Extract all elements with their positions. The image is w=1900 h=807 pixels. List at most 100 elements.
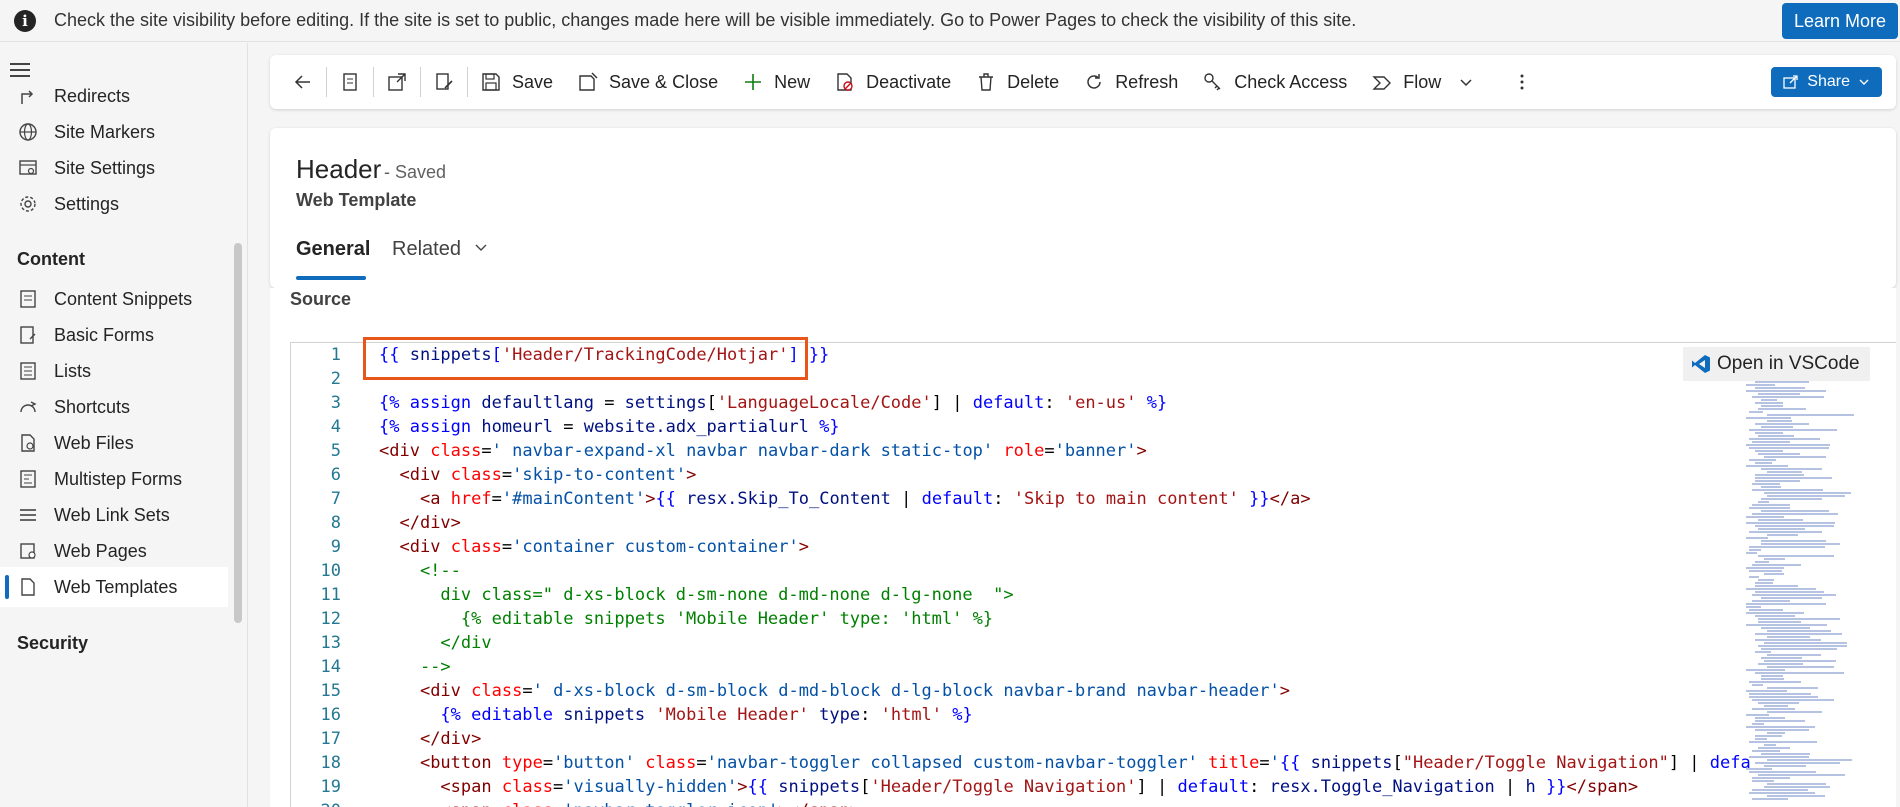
open-new-window-button[interactable]	[374, 55, 420, 109]
more-commands-button[interactable]	[1499, 55, 1545, 109]
vscode-icon	[1691, 354, 1711, 374]
minimap-line	[1755, 720, 1805, 722]
minimap-line	[1746, 726, 1815, 728]
sidebar-item-site-settings[interactable]: Site Settings	[0, 148, 228, 188]
code-minimap[interactable]	[1742, 381, 1868, 807]
code-editor[interactable]: 1{{ snippets['Header/TrackingCode/Hotjar…	[290, 342, 1896, 807]
minimap-line	[1749, 438, 1820, 440]
minimap-line	[1761, 468, 1822, 470]
sidebar-item-web-link-sets[interactable]: Web Link Sets	[0, 495, 228, 535]
line-number: 7	[330, 489, 341, 509]
line-number: 16	[320, 705, 341, 725]
open-in-vscode-label: Open in VSCode	[1717, 353, 1860, 374]
minimap-line	[1746, 417, 1791, 419]
learn-more-button[interactable]: Learn More	[1781, 3, 1898, 39]
code-line: 14 -->	[291, 655, 1751, 679]
line-number: 13	[320, 633, 341, 653]
code-text: -->	[379, 657, 451, 677]
minimap-line	[1746, 522, 1835, 524]
highlight-box	[363, 337, 808, 380]
minimap-line	[1761, 498, 1822, 500]
delete-button[interactable]: Delete	[963, 55, 1071, 109]
minimap-line	[1752, 699, 1834, 701]
edit-notes-button[interactable]	[421, 55, 467, 109]
minimap-line	[1755, 735, 1782, 737]
new-button[interactable]: New	[730, 55, 822, 109]
share-label: Share	[1807, 73, 1850, 90]
globe-icon	[16, 120, 40, 144]
line-number: 9	[330, 537, 341, 557]
minimap-line	[1755, 591, 1824, 593]
visibility-notice-bar: i Check the site visibility before editi…	[0, 0, 1900, 42]
sidebar-item-settings[interactable]: Settings	[0, 184, 228, 224]
check-access-button[interactable]: Check Access	[1190, 55, 1359, 109]
sidebar-item-lists[interactable]: Lists	[0, 351, 228, 391]
minimap-line	[1761, 486, 1781, 488]
code-line: 20 <span class='navbar-toggler-icon'></s…	[291, 799, 1751, 807]
sidebar-item-site-markers[interactable]: Site Markers	[0, 112, 228, 152]
minimap-line	[1761, 510, 1829, 512]
sidebar-item-label: Content Snippets	[54, 288, 193, 309]
flow-button[interactable]: Flow	[1359, 55, 1499, 109]
minimap-line	[1758, 528, 1805, 530]
minimap-line	[1764, 492, 1851, 494]
sidebar-item-basic-forms[interactable]: Basic Forms	[0, 315, 228, 355]
minimap-line	[1761, 426, 1793, 428]
code-line: 17 </div>	[291, 727, 1751, 751]
minimap-line	[1746, 603, 1826, 605]
sidebar-item-redirects[interactable]: Redirects	[0, 76, 228, 116]
save-close-button[interactable]: Save & Close	[565, 55, 730, 109]
minimap-line	[1761, 753, 1810, 755]
sidebar-item-content-snippets[interactable]: Content Snippets	[0, 279, 228, 319]
minimap-line	[1764, 744, 1776, 746]
minimap-line	[1767, 471, 1802, 473]
line-number: 12	[320, 609, 341, 629]
open-in-vscode-button[interactable]: Open in VSCode	[1683, 347, 1870, 381]
tab-general[interactable]: General	[296, 238, 370, 261]
tab-related[interactable]: Related	[392, 238, 489, 261]
sidebar-item-multistep-forms[interactable]: Multistep Forms	[0, 459, 228, 499]
minimap-line	[1749, 507, 1790, 509]
minimap-line	[1746, 714, 1769, 716]
minimap-line	[1752, 780, 1774, 782]
code-text: <div class=' navbar-expand-xl navbar nav…	[379, 441, 1147, 461]
file-icon	[16, 431, 40, 455]
code-line: 19 <span class='visually-hidden'>{{ snip…	[291, 775, 1751, 799]
minimap-line	[1749, 756, 1809, 758]
code-text: <div class=' d-xs-block d-sm-block d-md-…	[419, 681, 1290, 701]
share-button[interactable]: Share	[1771, 67, 1882, 97]
save-icon	[480, 71, 502, 93]
line-number: 8	[330, 513, 341, 533]
minimap-line	[1755, 525, 1834, 527]
refresh-button[interactable]: Refresh	[1071, 55, 1190, 109]
list-icon	[16, 359, 40, 383]
save-button[interactable]: Save	[468, 55, 565, 109]
sidebar-scrollbar[interactable]	[234, 243, 242, 623]
minimap-line	[1746, 768, 1772, 770]
sidebar-item-shortcuts[interactable]: Shortcuts	[0, 387, 228, 427]
code-line: 6 <div class='skip-to-content'>	[291, 463, 1751, 487]
back-button[interactable]	[270, 55, 326, 109]
minimap-line	[1749, 549, 1761, 551]
sidebar-item-label: Basic Forms	[54, 324, 155, 345]
sidebar-item-web-files[interactable]: Web Files	[0, 423, 228, 463]
minimap-line	[1746, 552, 1757, 554]
form-view-button[interactable]	[327, 55, 373, 109]
chevron-down-icon	[1455, 71, 1477, 93]
code-line: 10 <!--	[291, 559, 1751, 583]
deactivate-button[interactable]: Deactivate	[822, 55, 963, 109]
minimap-line	[1746, 390, 1826, 392]
save-label: Save	[512, 71, 554, 92]
sidebar-item-web-pages[interactable]: Web Pages	[0, 531, 228, 571]
minimap-line	[1749, 531, 1822, 533]
code-line: 8 </div>	[291, 511, 1751, 535]
minimap-line	[1755, 615, 1795, 617]
sidebar-item-web-templates[interactable]: Web Templates	[0, 567, 228, 607]
sidebar-item-label: Multistep Forms	[54, 468, 183, 489]
code-text: {% assign homeurl = website.adx_partialu…	[379, 417, 840, 437]
minimap-line	[1755, 633, 1842, 635]
minimap-line	[1767, 495, 1845, 497]
line-number: 6	[330, 465, 341, 485]
minimap-line	[1755, 381, 1809, 383]
deactivate-icon	[834, 71, 856, 93]
